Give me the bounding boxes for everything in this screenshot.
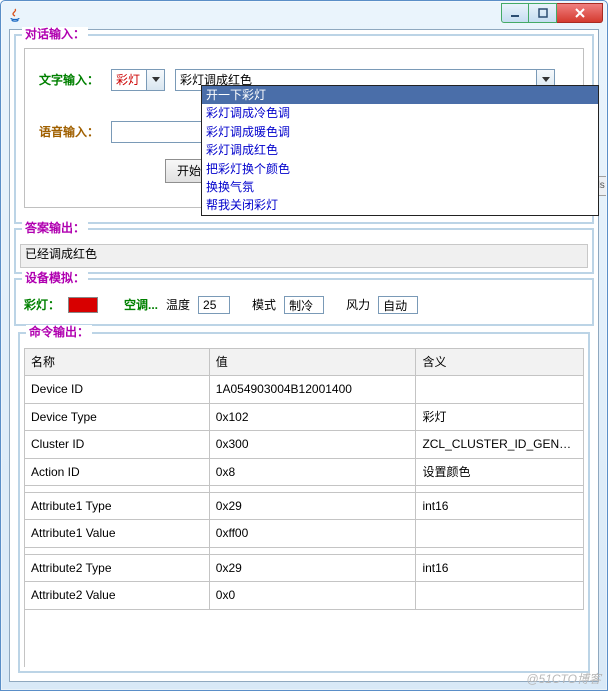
title-bar[interactable]: [1, 1, 607, 29]
wind-input[interactable]: [378, 296, 418, 314]
lamp-label: 彩灯：: [24, 298, 60, 312]
table-cell: Attribute2 Value: [25, 582, 209, 609]
table-cell: 0x300: [209, 431, 416, 458]
table-cell: [25, 485, 209, 492]
dropdown-item[interactable]: 把彩灯换个颜色: [202, 160, 598, 178]
table-cell: Device ID: [25, 376, 209, 403]
table-cell: [416, 376, 584, 403]
table-cell: int16: [416, 554, 584, 581]
table-cell: ZCL_CLUSTER_ID_GEN_ON_OFF: [416, 431, 584, 458]
dropdown-item[interactable]: 开一下彩灯: [202, 86, 598, 104]
dropdown-item[interactable]: 彩灯调成红色: [202, 141, 598, 159]
client-area: 对话输入： 文字输入： 彩灯 彩灯调成红色: [9, 29, 599, 682]
table-row[interactable]: Device ID1A054903004B12001400: [25, 376, 584, 403]
table-row[interactable]: Attribute2 Type0x29int16: [25, 554, 584, 581]
table-cell: [416, 485, 584, 492]
table-cell: int16: [416, 492, 584, 519]
table-cell: Cluster ID: [25, 431, 209, 458]
cmd-output-legend: 命令输出：: [26, 325, 92, 339]
table-cell: 彩灯: [416, 403, 584, 430]
table-cell: [416, 520, 584, 547]
table-cell: 0x102: [209, 403, 416, 430]
window-buttons: [501, 3, 603, 23]
table-header[interactable]: 名称: [25, 349, 209, 376]
maximize-button[interactable]: [529, 3, 557, 23]
table-cell: [416, 582, 584, 609]
minimize-button[interactable]: [501, 3, 529, 23]
table-header[interactable]: 值: [209, 349, 416, 376]
mode-label: 模式: [252, 298, 276, 312]
command-dropdown-popup[interactable]: 开一下彩灯彩灯调成冷色调彩灯调成暖色调彩灯调成红色把彩灯换个颜色换换气氛帮我关闭…: [201, 85, 599, 216]
ac-label: 空调...: [124, 298, 158, 312]
wind-label: 风力: [346, 298, 370, 312]
device-sim-legend: 设备模拟：: [22, 271, 88, 285]
cmd-output-group: 命令输出： 名称值含义 Device ID1A054903004B1200140…: [18, 332, 590, 673]
voice-input-label: 语音输入：: [39, 125, 111, 139]
table-cell: [209, 547, 416, 554]
app-window: 对话输入： 文字输入： 彩灯 彩灯调成红色: [0, 0, 608, 691]
answer-output-group: 答案输出： 已经调成红色: [14, 228, 594, 274]
table-row[interactable]: Device Type0x102彩灯: [25, 403, 584, 430]
table-cell: [25, 547, 209, 554]
table-cell: 0x29: [209, 554, 416, 581]
table-row[interactable]: Action ID0x8设置颜色: [25, 458, 584, 485]
temp-label: 温度: [166, 298, 190, 312]
table-row[interactable]: Attribute1 Type0x29int16: [25, 492, 584, 519]
table-cell: 0x29: [209, 492, 416, 519]
dialog-input-legend: 对话输入：: [22, 27, 88, 41]
table-row[interactable]: [25, 547, 584, 554]
table-cell: Attribute1 Type: [25, 492, 209, 519]
dialog-input-panel: 文字输入： 彩灯 彩灯调成红色 语音输入：: [24, 48, 584, 208]
close-button[interactable]: [557, 3, 603, 23]
table-row[interactable]: [25, 485, 584, 492]
table-cell: 0x8: [209, 458, 416, 485]
answer-output-text: 已经调成红色: [20, 244, 588, 268]
table-row[interactable]: Attribute1 Value0xff00: [25, 520, 584, 547]
table-cell: Attribute2 Type: [25, 554, 209, 581]
chevron-down-icon[interactable]: [146, 70, 164, 90]
java-icon: [7, 7, 23, 23]
table-cell: Attribute1 Value: [25, 520, 209, 547]
device-combo-value: 彩灯: [112, 73, 146, 87]
dialog-input-group: 对话输入： 文字输入： 彩灯 彩灯调成红色: [14, 34, 594, 224]
lamp-color-swatch: [68, 297, 98, 313]
table-cell: 设置颜色: [416, 458, 584, 485]
device-sim-group: 设备模拟： 彩灯： 空调... 温度 模式 风力: [14, 278, 594, 326]
table-cell: 1A054903004B12001400: [209, 376, 416, 403]
table-row[interactable]: Cluster ID0x300ZCL_CLUSTER_ID_GEN_ON_OFF: [25, 431, 584, 458]
table-cell: [416, 547, 584, 554]
answer-output-legend: 答案输出：: [22, 221, 88, 235]
table-cell: [209, 485, 416, 492]
cmd-table: 名称值含义 Device ID1A054903004B12001400Devic…: [24, 348, 584, 667]
text-input-label: 文字输入：: [39, 73, 111, 87]
dropdown-item[interactable]: 彩灯调成暖色调: [202, 123, 598, 141]
dropdown-item[interactable]: 帮我关闭彩灯: [202, 196, 598, 214]
mode-input[interactable]: [284, 296, 324, 314]
table-header[interactable]: 含义: [416, 349, 584, 376]
dropdown-item[interactable]: 彩灯调成冷色调: [202, 104, 598, 122]
table-cell: Action ID: [25, 458, 209, 485]
dropdown-item[interactable]: 换换气氛: [202, 178, 598, 196]
device-sim-row: 彩灯： 空调... 温度 模式 风力: [24, 296, 418, 314]
table-row[interactable]: Attribute2 Value0x0: [25, 582, 584, 609]
table-cell: Device Type: [25, 403, 209, 430]
temp-input[interactable]: [198, 296, 230, 314]
device-combo[interactable]: 彩灯: [111, 69, 165, 91]
table-cell: 0x0: [209, 582, 416, 609]
table-cell: 0xff00: [209, 520, 416, 547]
